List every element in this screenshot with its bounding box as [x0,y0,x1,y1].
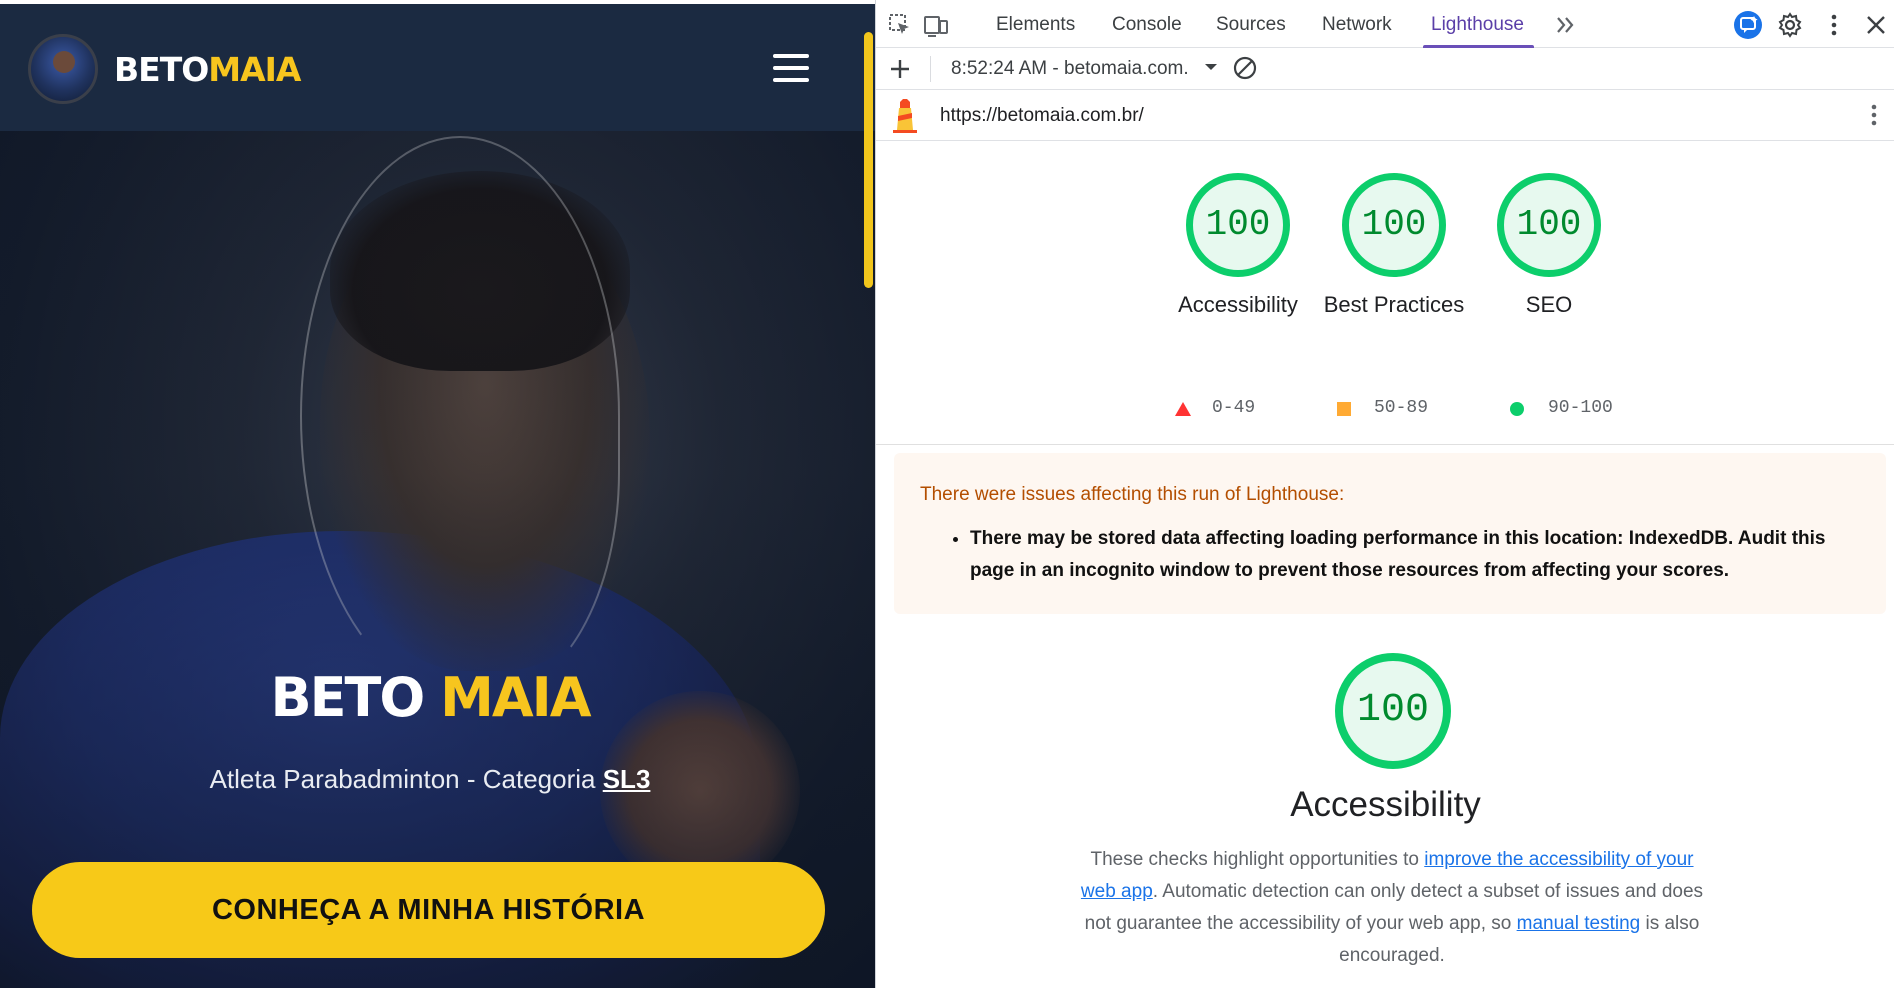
device-toolbar-icon[interactable] [923,12,949,38]
tab-console[interactable]: Console [1112,0,1182,48]
hero-overlay [0,131,875,988]
lighthouse-logo-icon [893,99,917,133]
gauge-label-accessibility[interactable]: Accessibility [1153,289,1323,321]
warning-list: There may be stored data affecting loadi… [950,523,1850,587]
tab-sources[interactable]: Sources [1216,0,1286,48]
legend-pass-range: 90-100 [1548,398,1613,418]
category-tag-link[interactable]: SL3 [603,764,651,794]
hero-title: BETO MAIA [0,668,860,728]
report-timestamp: 8:52:24 AM - betomaia.com. [951,58,1189,79]
report-url-bar: https://betomaia.com.br/ [876,90,1894,141]
logo-part-white: BETO [114,50,209,89]
gauge-value: 100 [1516,204,1582,245]
hero-title-yellow: MAIA [440,666,591,729]
gauge-value: 100 [1356,688,1429,733]
desc-text-1: These checks highlight opportunities to [1090,849,1425,870]
clear-reports-icon[interactable] [1232,55,1258,81]
score-gauge-seo[interactable]: 100 [1497,173,1601,277]
category-title: Accessibility [1290,785,1481,824]
logo-part-yellow: MAIA [208,50,301,89]
close-devtools-icon[interactable] [1863,12,1889,38]
legend-fail-range: 0-49 [1212,398,1256,418]
hamburger-menu-icon[interactable] [770,51,812,85]
inspect-element-icon[interactable] [887,12,913,38]
hero-background-photo [0,131,875,988]
hero-subtitle-text: Atleta Parabadminton - Categoria [209,764,603,794]
audited-url: https://betomaia.com.br/ [940,105,1144,126]
hero-title-white: BETO [270,666,425,729]
page-scrollbar-thumb[interactable] [864,32,873,288]
gauge-label-seo[interactable]: SEO [1464,289,1634,321]
fail-triangle-icon [1175,402,1191,416]
more-tabs-chevron-icon[interactable] [1553,12,1579,38]
lighthouse-report: 100 Accessibility 100 Best Practices 100… [876,141,1894,988]
hero-subtitle: Atleta Parabadminton - Categoria SL3 [0,763,860,795]
average-square-icon [1337,402,1351,416]
score-gauge-accessibility[interactable]: 100 [1186,173,1290,277]
site-logo[interactable]: BETOMAIA [114,50,301,89]
tab-lighthouse[interactable]: Lighthouse [1423,0,1534,48]
gauge-value: 100 [1361,204,1427,245]
tab-elements[interactable]: Elements [996,0,1075,48]
warning-title: There were issues affecting this run of … [920,484,1345,505]
category-score-gauge: 100 [1335,653,1451,769]
legend-average-range: 50-89 [1374,398,1429,418]
score-gauge-best-practices[interactable]: 100 [1342,173,1446,277]
report-dropdown-caret-icon[interactable] [1201,57,1221,77]
ai-assistance-icon[interactable] [1733,10,1763,40]
warning-item: There may be stored data affecting loadi… [970,523,1850,587]
avatar[interactable] [28,34,98,104]
pass-circle-icon [1510,402,1524,416]
gauge-value: 100 [1205,204,1271,245]
category-description: These checks highlight opportunities to … [1072,844,1712,972]
website-preview: BETOMAIA BETO MAIA Atleta Parabadminton … [0,0,875,988]
settings-gear-icon[interactable] [1777,12,1803,38]
new-report-plus-icon[interactable] [887,56,913,82]
manual-testing-link[interactable]: manual testing [1517,913,1641,934]
lighthouse-report-bar: 8:52:24 AM - betomaia.com. [876,48,1894,90]
site-header: BETOMAIA [0,4,875,131]
section-divider [876,444,1894,445]
run-warning-box: There were issues affecting this run of … [894,453,1886,614]
toolbar-divider [930,56,931,82]
devtools-panel: Elements Console Sources Network Lightho… [875,0,1894,988]
customize-menu-icon[interactable] [1821,12,1847,38]
cta-button[interactable]: CONHEÇA A MINHA HISTÓRIA [32,862,825,958]
tab-network[interactable]: Network [1322,0,1392,48]
gauge-label-best-practices[interactable]: Best Practices [1309,289,1479,321]
devtools-tab-bar: Elements Console Sources Network Lightho… [876,0,1894,48]
report-options-menu-icon[interactable] [1861,102,1887,128]
